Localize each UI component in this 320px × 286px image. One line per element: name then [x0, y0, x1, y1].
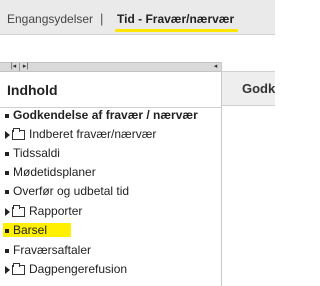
content-pane: |◂ ▸| ◂ Indhold Godkendelse af fravær / …: [0, 62, 222, 286]
menu-folder-rapporter[interactable]: Rapporter: [5, 203, 82, 220]
bullet-icon: [5, 170, 9, 175]
menu-item-tidssaldi[interactable]: Tidssaldi: [5, 145, 60, 162]
menu-item-label: Fraværsaftaler: [13, 243, 92, 257]
menu-item-label: Rapporter: [29, 204, 83, 218]
menu-item-label: Mødetidsplaner: [13, 165, 96, 179]
main-section-header: Godk: [222, 71, 275, 106]
menu-item-label: Overfør og udbetal tid: [13, 184, 130, 198]
menu-item-label: Barsel: [13, 223, 48, 237]
bullet-icon: [5, 113, 9, 118]
menu-item-modetidsplaner[interactable]: Mødetidsplaner: [5, 164, 96, 181]
menu-folder-indberet[interactable]: Indberet fravær/nærvær: [5, 126, 156, 143]
bullet-icon: [5, 228, 9, 233]
toolbar-divider: [19, 63, 20, 71]
scroll-right-icon[interactable]: ▸|: [22, 63, 29, 71]
highlight-marker: Barsel: [3, 223, 72, 237]
folder-icon: [12, 204, 25, 217]
menu-item-label: Godkendelse af fravær / nærvær: [13, 108, 198, 122]
bullet-icon: [5, 248, 9, 253]
menu-item-barsel[interactable]: Barsel: [3, 222, 72, 239]
menu-item-godkendelse[interactable]: Godkendelse af fravær / nærvær: [5, 107, 198, 124]
nav-separator: |: [100, 11, 104, 26]
active-tab-underline: [115, 29, 239, 32]
menu-item-fravaersaftaler[interactable]: Fraværsaftaler: [5, 242, 91, 259]
folder-icon: [12, 127, 25, 140]
bullet-icon: [5, 151, 9, 156]
menu-item-label: Tidssaldi: [13, 146, 60, 160]
main-section-title: Godk: [242, 81, 276, 96]
tab-tid-label: Tid - Fravær/nærvær: [117, 12, 235, 26]
folder-icon: [12, 262, 25, 275]
expand-arrow-icon[interactable]: [5, 265, 10, 274]
pane-title: Indhold: [7, 82, 58, 98]
tab-tid-fravaer-naervaer[interactable]: Tid - Fravær/nærvær: [115, 10, 239, 32]
top-navigation: Engangsydelser | Tid - Fravær/nærvær: [0, 0, 275, 35]
menu-folder-dagpengerefusion[interactable]: Dagpengerefusion: [5, 261, 127, 278]
menu-item-label: Dagpengerefusion: [29, 262, 128, 276]
expand-arrow-icon[interactable]: [5, 207, 10, 216]
tab-engangsydelser[interactable]: Engangsydelser: [7, 10, 93, 28]
expand-arrow-icon[interactable]: [5, 130, 10, 139]
menu-item-overfor[interactable]: Overfør og udbetal tid: [5, 183, 129, 200]
subheader-band: [0, 35, 275, 62]
scroll-left-icon[interactable]: |◂: [10, 63, 17, 71]
bullet-icon: [5, 189, 9, 194]
collapse-pane-icon[interactable]: ◂: [212, 63, 219, 71]
menu-item-label: Indberet fravær/nærvær: [29, 127, 157, 141]
pane-toolbar: |◂ ▸| ◂: [0, 62, 221, 72]
